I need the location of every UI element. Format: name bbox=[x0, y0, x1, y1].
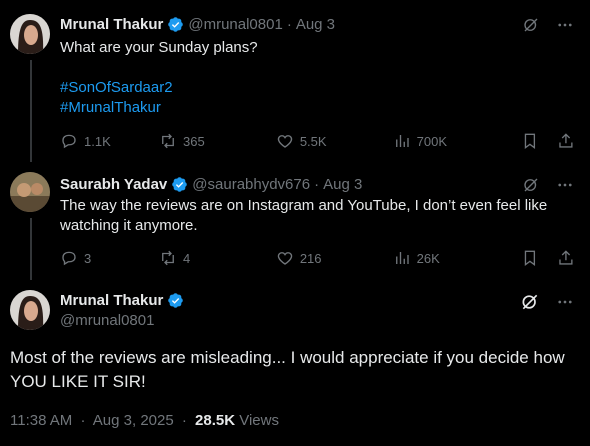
author-handle[interactable]: @mrunal0801 bbox=[60, 312, 154, 329]
author-name[interactable]: Saurabh Yadav bbox=[60, 176, 167, 193]
author-name[interactable]: Mrunal Thakur bbox=[60, 16, 163, 33]
author-name[interactable]: Mrunal Thakur bbox=[60, 292, 163, 309]
tweet-date[interactable]: Aug 3 bbox=[323, 176, 362, 193]
tweet-date[interactable]: Aug 3 bbox=[296, 16, 335, 33]
tweet-header: Saurabh Yadav @saurabhydv676 · Aug 3 bbox=[60, 176, 362, 193]
tweet-1[interactable]: Mrunal Thakur @mrunal0801 · Aug 3 What a… bbox=[0, 0, 590, 162]
bookmark-icon[interactable] bbox=[521, 249, 539, 267]
repost-count: 365 bbox=[183, 133, 205, 149]
separator-dot: · bbox=[286, 16, 292, 33]
verified-badge-icon bbox=[168, 17, 184, 32]
tweet-top-icons bbox=[522, 176, 574, 194]
reply-count: 1.1K bbox=[84, 133, 111, 149]
tweet-actions: 3 4 216 26K bbox=[60, 249, 575, 267]
reply-button[interactable]: 1.1K bbox=[60, 132, 159, 150]
views-button[interactable]: 26K bbox=[393, 249, 522, 267]
reply-icon bbox=[62, 134, 76, 149]
avatar-image bbox=[10, 14, 50, 54]
repost-icon bbox=[162, 250, 174, 266]
tweet-top-icons bbox=[520, 292, 574, 312]
author-handle[interactable]: @saurabhydv676 bbox=[192, 176, 310, 193]
grok-icon[interactable] bbox=[520, 292, 540, 312]
tweet-header: Mrunal Thakur bbox=[60, 292, 188, 309]
like-count: 5.5K bbox=[299, 133, 327, 149]
repost-count: 4 bbox=[183, 250, 191, 266]
views-count: 26K bbox=[416, 250, 440, 266]
more-icon[interactable] bbox=[556, 176, 574, 194]
thread-line bbox=[30, 218, 32, 280]
verified-badge-icon bbox=[168, 293, 184, 308]
views-label: Views bbox=[239, 412, 279, 429]
avatar[interactable] bbox=[10, 290, 50, 330]
grok-icon[interactable] bbox=[522, 176, 540, 194]
like-icon bbox=[277, 135, 293, 148]
repost-button[interactable]: 4 bbox=[159, 249, 276, 267]
avatar[interactable] bbox=[10, 172, 50, 212]
tweet-handle-row: @mrunal0801 bbox=[60, 312, 154, 329]
tweet-3-focused: Mrunal Thakur @mrunal0801 Most of the re… bbox=[0, 280, 590, 446]
views-count: 28.5K bbox=[195, 412, 236, 429]
separator-dot: · bbox=[181, 412, 187, 429]
tweet-meta: 11:38 AM · Aug 3, 2025 · 28.5K Views bbox=[10, 412, 279, 429]
share-icon[interactable] bbox=[557, 132, 575, 150]
avatar-image bbox=[10, 172, 50, 212]
more-icon[interactable] bbox=[556, 16, 574, 34]
avatar[interactable] bbox=[10, 14, 50, 54]
views-count: 700K bbox=[416, 133, 448, 149]
like-icon bbox=[277, 252, 293, 265]
tweet-header: Mrunal Thakur @mrunal0801 · Aug 3 bbox=[60, 16, 335, 33]
tweet-time[interactable]: 11:38 AM bbox=[10, 412, 72, 429]
like-button[interactable]: 5.5K bbox=[276, 132, 393, 150]
repost-icon bbox=[162, 133, 174, 149]
verified-badge-icon bbox=[172, 177, 188, 192]
reply-icon bbox=[62, 251, 76, 266]
tweet-text: What are your Sunday plans? #SonOfSardaa… bbox=[60, 38, 560, 118]
reply-count: 3 bbox=[84, 250, 92, 266]
share-icon[interactable] bbox=[557, 249, 575, 267]
tweet-text: The way the reviews are on Instagram and… bbox=[60, 197, 548, 234]
views-icon bbox=[395, 252, 409, 264]
like-button[interactable]: 216 bbox=[276, 249, 393, 267]
repost-button[interactable]: 365 bbox=[159, 132, 276, 150]
hashtag-link[interactable]: #MrunalThakur bbox=[60, 98, 560, 118]
tweet-date[interactable]: Aug 3, 2025 bbox=[93, 412, 174, 429]
separator-dot: · bbox=[314, 176, 320, 193]
tweet-actions: 1.1K 365 5.5K 700K bbox=[60, 132, 575, 150]
more-icon[interactable] bbox=[556, 293, 574, 311]
views-button[interactable]: 700K bbox=[393, 132, 522, 150]
author-handle[interactable]: @mrunal0801 bbox=[188, 16, 282, 33]
hashtag-link[interactable]: #SonOfSardaar2 bbox=[60, 78, 560, 98]
bookmark-icon[interactable] bbox=[521, 132, 539, 150]
tweet-top-icons bbox=[522, 16, 574, 34]
avatar-image bbox=[10, 290, 50, 330]
grok-icon[interactable] bbox=[522, 16, 540, 34]
tweet-2[interactable]: Saurabh Yadav @saurabhydv676 · Aug 3 The… bbox=[0, 160, 590, 280]
like-count: 216 bbox=[299, 250, 322, 266]
separator-dot: · bbox=[80, 412, 86, 429]
thread-line bbox=[30, 60, 32, 162]
tweet-body: What are your Sunday plans? bbox=[60, 39, 258, 56]
views-icon bbox=[395, 135, 409, 147]
tweet-text: Most of the reviews are misleading... I … bbox=[10, 348, 565, 391]
reply-button[interactable]: 3 bbox=[60, 249, 159, 267]
